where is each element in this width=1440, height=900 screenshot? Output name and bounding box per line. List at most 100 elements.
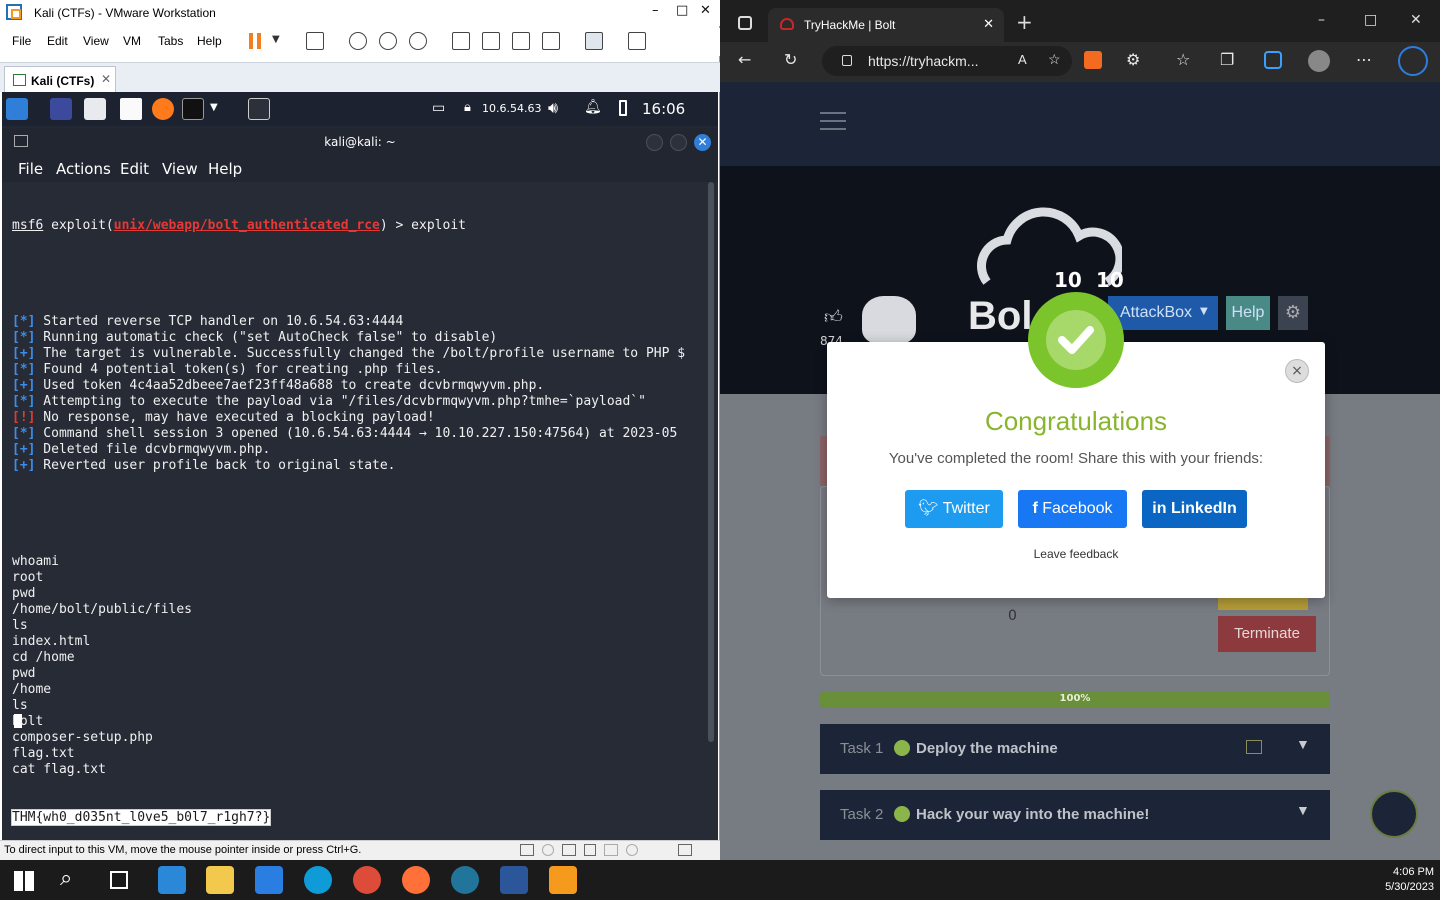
stretch-icon[interactable] (628, 32, 646, 50)
read-aloud-icon[interactable]: A (1018, 52, 1027, 67)
terminal-scrollbar[interactable] (708, 182, 714, 742)
snapshot-manager-icon[interactable] (409, 32, 427, 50)
terminal-icon[interactable] (182, 98, 204, 120)
snapshot-icon[interactable] (349, 32, 367, 50)
terminal-close-button[interactable]: ✕ (694, 134, 711, 151)
refresh-icon[interactable]: ↻ (784, 50, 797, 69)
menu-help[interactable]: Help (197, 34, 222, 48)
file-explorer-icon[interactable] (206, 866, 234, 894)
tab-actions-icon[interactable] (738, 16, 752, 30)
kali-menu-icon[interactable] (6, 98, 28, 120)
add-favorite-icon[interactable]: ☆ (1048, 51, 1061, 68)
file-manager-icon[interactable] (84, 98, 106, 120)
edge-app-icon[interactable] (304, 866, 332, 894)
volume-icon[interactable]: 🔊︎ (548, 98, 558, 118)
task-view-icon[interactable] (110, 871, 128, 889)
sound-icon[interactable] (604, 844, 618, 856)
chrome-app-icon[interactable] (353, 866, 381, 894)
extensions-puzzle-icon[interactable]: ⚙ (1126, 50, 1140, 69)
more-options-icon[interactable]: ⋯ (1356, 50, 1372, 69)
vmware-app-icon[interactable] (549, 866, 577, 894)
terminal-menu-edit[interactable]: Edit (120, 160, 149, 178)
fullscreen-icon[interactable] (512, 32, 530, 50)
collections-icon[interactable]: ❐ (1220, 50, 1234, 69)
search-icon[interactable]: ⌕ (60, 866, 72, 891)
task-1[interactable]: Task 1 Deploy the machine ▼ (820, 724, 1330, 774)
tab-tryhackme-bolt[interactable]: TryHackMe | Bolt ✕ (768, 8, 1004, 42)
library-icon[interactable] (452, 32, 470, 50)
chevron-down-icon[interactable]: ▼ (272, 34, 280, 45)
printer-icon[interactable] (626, 844, 638, 856)
tab-close-icon[interactable]: ✕ (101, 72, 111, 86)
terminal-menu-help[interactable]: Help (208, 160, 242, 178)
settings-gear-icon[interactable]: ⚙ (1278, 296, 1308, 330)
bing-chat-icon[interactable] (1398, 46, 1428, 76)
chevron-down-icon[interactable]: ▼ (1200, 306, 1208, 317)
thumbs-up-icon[interactable]: 👍︎ (824, 306, 843, 328)
network-icon[interactable] (562, 844, 576, 856)
hamburger-menu-icon[interactable] (820, 112, 846, 114)
menu-edit[interactable]: Edit (47, 34, 68, 48)
firefox-icon[interactable] (152, 98, 174, 120)
revert-snapshot-icon[interactable] (379, 32, 397, 50)
wordpress-app-icon[interactable] (451, 866, 479, 894)
hdd-icon[interactable] (520, 844, 534, 856)
chevron-down-icon[interactable]: ▼ (210, 102, 218, 113)
windows-start-icon[interactable] (14, 871, 34, 891)
extension-icon[interactable] (1084, 51, 1102, 69)
text-editor-icon[interactable] (120, 98, 142, 120)
share-facebook-button[interactable]: f Facebook (1018, 490, 1127, 528)
back-icon[interactable]: ← (738, 50, 751, 69)
minimize-icon[interactable]: – (1318, 12, 1325, 28)
workspace-terminal-icon[interactable] (248, 98, 270, 120)
chevron-down-icon[interactable]: ▼ (1296, 736, 1310, 752)
mail-app-icon[interactable] (255, 866, 283, 894)
menu-tabs[interactable]: Tabs (158, 34, 183, 48)
url-field[interactable]: https://tryhackm... A ☆ (822, 46, 1072, 76)
close-icon[interactable]: ✕ (700, 3, 711, 18)
tab-close-icon[interactable]: ✕ (983, 16, 994, 32)
task-2[interactable]: Task 2 Hack your way into the machine! ▼ (820, 790, 1330, 840)
share-twitter-button[interactable]: 🐦︎ Twitter (905, 490, 1003, 528)
help-button[interactable]: Help (1226, 296, 1270, 330)
notification-bell-icon[interactable]: 🔔︎ (584, 99, 602, 115)
show-desktop-icon[interactable] (50, 98, 72, 120)
message-log-icon[interactable] (678, 844, 692, 856)
console-view-icon[interactable] (585, 32, 603, 50)
thumbnail-icon[interactable] (482, 32, 500, 50)
firefox-app-icon[interactable] (402, 866, 430, 894)
maximize-icon[interactable]: □ (676, 3, 688, 18)
pause-icon[interactable] (249, 33, 253, 49)
terminal-maximize-button[interactable] (670, 134, 687, 151)
terminate-button[interactable]: Terminate (1218, 616, 1316, 652)
favorites-icon[interactable]: ☆ (1176, 50, 1190, 69)
cd-icon[interactable] (542, 844, 554, 856)
modal-close-button[interactable]: × (1285, 359, 1309, 383)
chat-support-icon[interactable] (1370, 790, 1418, 838)
menu-view[interactable]: View (83, 34, 109, 48)
calendar-app-icon[interactable] (158, 866, 186, 894)
close-icon[interactable]: ✕ (1410, 12, 1422, 28)
terminal-menu-actions[interactable]: Actions (56, 160, 111, 178)
flag-text[interactable]: THM{wh0_d035nt_l0ve5_b0l7_r1gh7?} (10, 809, 272, 826)
lock-icon[interactable] (842, 55, 852, 66)
chevron-down-icon[interactable]: ▼ (1296, 802, 1310, 818)
terminal-menu-file[interactable]: File (18, 160, 43, 178)
extend-button[interactable] (1218, 596, 1308, 610)
terminal-menu-view[interactable]: View (162, 160, 198, 178)
word-app-icon[interactable] (500, 866, 528, 894)
edge-sidebar-icon[interactable] (1264, 51, 1282, 69)
new-tab-icon[interactable]: + (1016, 10, 1033, 34)
terminal-output[interactable]: msf6 exploit(unix/webapp/bolt_authentica… (2, 182, 718, 840)
avatar[interactable] (1308, 50, 1330, 72)
leave-feedback-link[interactable]: Leave feedback (827, 547, 1325, 561)
menu-vm[interactable]: VM (123, 34, 141, 48)
share-linkedin-button[interactable]: in LinkedIn (1142, 490, 1247, 528)
menu-file[interactable]: File (12, 34, 31, 48)
send-keys-icon[interactable] (306, 32, 324, 50)
usb-icon[interactable] (584, 844, 596, 856)
terminal-minimize-button[interactable] (646, 134, 663, 151)
maximize-icon[interactable]: □ (1364, 12, 1377, 28)
tab-kali-ctfs[interactable]: Kali (CTFs) ✕ (4, 66, 116, 93)
notes-icon[interactable] (1246, 740, 1262, 754)
